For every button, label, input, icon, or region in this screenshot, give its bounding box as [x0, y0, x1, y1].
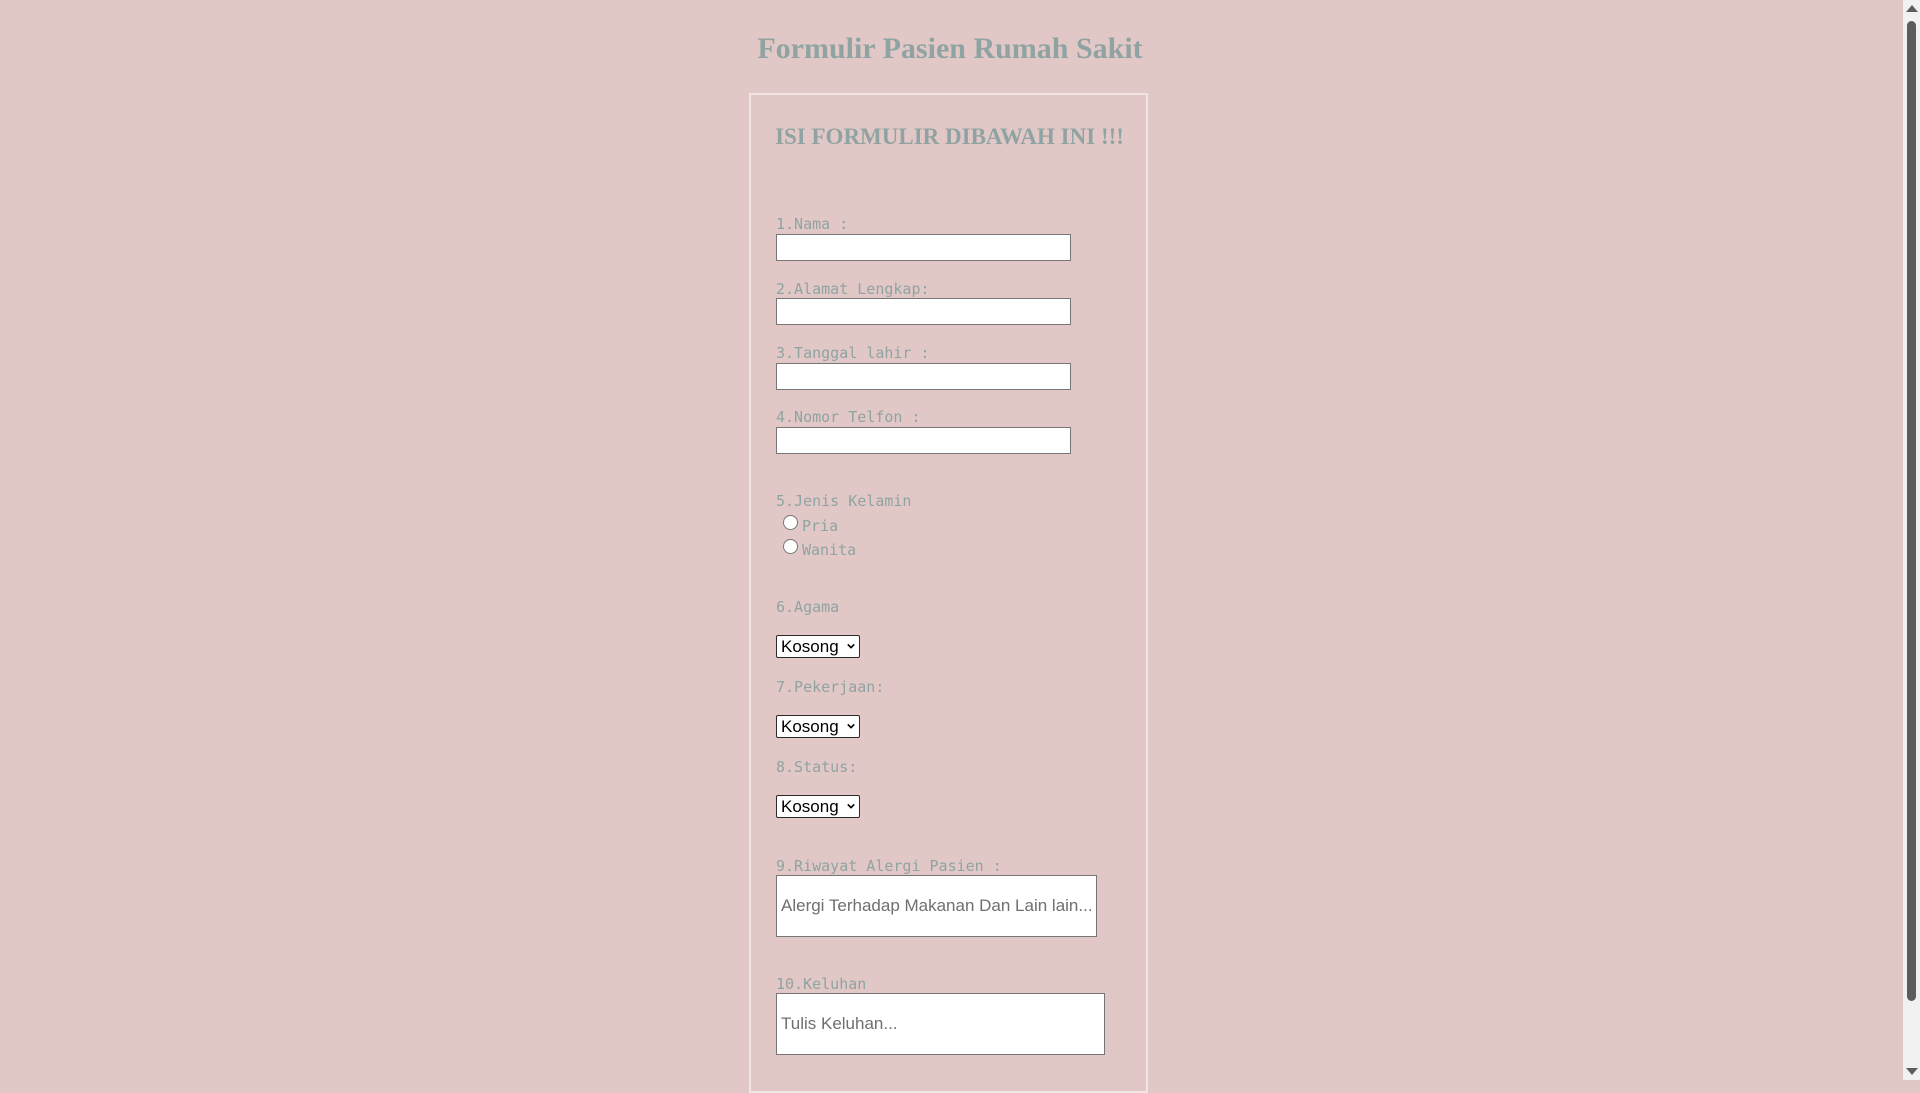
vertical-scrollbar[interactable]: [1903, 0, 1920, 1080]
agama-select[interactable]: Kosong: [776, 635, 860, 658]
alergi-textarea[interactable]: Alergi Terhadap Makanan Dan Lain lain...: [776, 875, 1097, 937]
radio-pria[interactable]: [783, 515, 798, 530]
keluhan-label: 10.Keluhan: [776, 975, 867, 993]
agama-selected-value: Kosong: [781, 637, 839, 656]
alamat-input[interactable]: [776, 298, 1071, 325]
nama-input[interactable]: [776, 234, 1071, 261]
nama-label: 1.Nama :: [776, 215, 849, 233]
chevron-down-icon: [847, 643, 855, 649]
alamat-label: 2.Alamat Lengkap:: [776, 280, 930, 298]
agama-label: 6.Agama: [776, 598, 840, 616]
jenis-kelamin-label: 5.Jenis Kelamin: [776, 492, 912, 510]
pekerjaan-label: 7.Pekerjaan:: [776, 678, 885, 696]
chevron-down-icon: [847, 803, 855, 809]
radio-wanita[interactable]: [783, 539, 798, 554]
chevron-down-icon: [847, 723, 855, 729]
status-selected-value: Kosong: [781, 797, 839, 816]
form-subtitle: ISI FORMULIR DIBAWAH INI !!!: [775, 124, 1124, 149]
tanggal-lahir-input[interactable]: [776, 363, 1071, 390]
scroll-up-arrow-icon[interactable]: [1906, 5, 1918, 12]
status-label: 8.Status:: [776, 758, 858, 776]
alergi-label: 9.Riwayat Alergi Pasien :: [776, 857, 1002, 875]
radio-wanita-label: Wanita: [802, 541, 857, 559]
tanggal-lahir-label: 3.Tanggal lahir :: [776, 344, 930, 362]
telfon-label: 4.Nomor Telfon :: [776, 408, 921, 426]
telfon-input[interactable]: [776, 427, 1071, 454]
scrollbar-thumb[interactable]: [1907, 21, 1916, 1001]
radio-pria-label: Pria: [802, 517, 839, 535]
pekerjaan-select[interactable]: Kosong: [776, 715, 860, 738]
scroll-down-arrow-icon[interactable]: [1906, 1068, 1918, 1075]
keluhan-textarea[interactable]: Tulis Keluhan...: [776, 993, 1105, 1055]
page-title: Formulir Pasien Rumah Sakit: [757, 32, 1143, 65]
pekerjaan-selected-value: Kosong: [781, 717, 839, 736]
status-select[interactable]: Kosong: [776, 795, 860, 818]
